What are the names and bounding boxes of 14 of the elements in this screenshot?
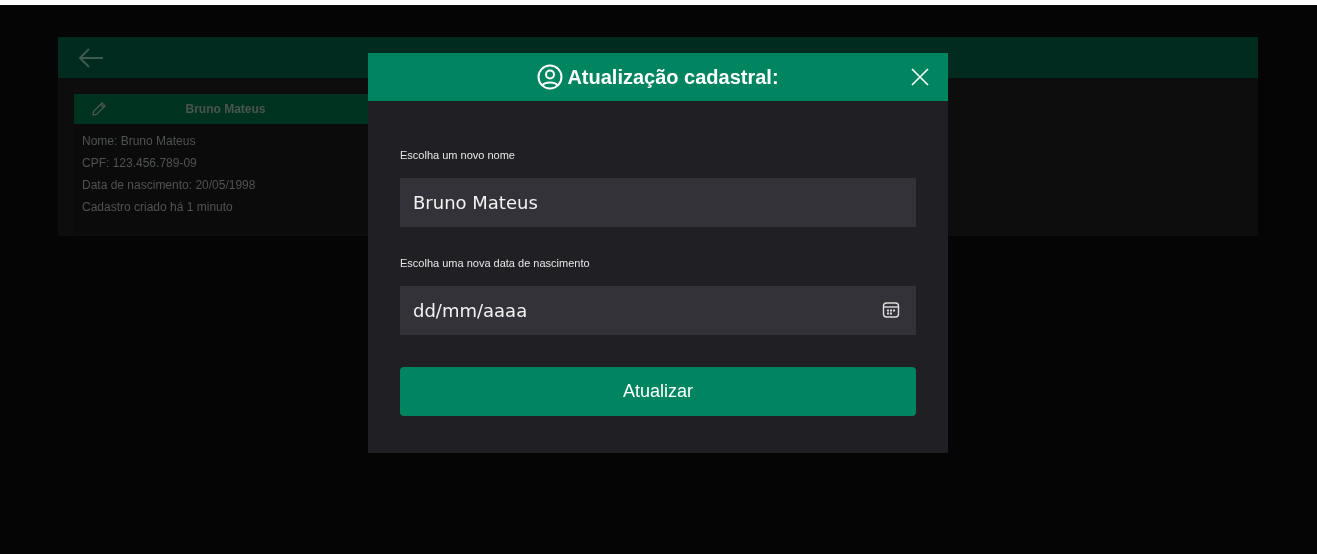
field-label: Escolha uma nova data de nascimento <box>400 257 591 269</box>
detail-text: CPF: 123.456.789-09 <box>82 155 198 172</box>
detail-text: Cadastro criado há 1 minuto <box>82 199 234 216</box>
calendar-icon[interactable] <box>882 301 900 319</box>
close-icon[interactable] <box>911 68 929 86</box>
user-icon <box>537 64 564 90</box>
detail-text: Data de nascimento: 20/05/1998 <box>82 177 257 194</box>
date-field[interactable]: dd/mm/aaaa <box>400 286 916 335</box>
dialog-title: Atualização cadastral: <box>567 65 779 89</box>
name-field[interactable]: Bruno Mateus <box>400 178 916 227</box>
field-label: Escolha um novo nome <box>400 149 516 161</box>
detail-text: Nome: Bruno Mateus <box>82 133 197 150</box>
client-name: Bruno Mateus <box>184 102 267 116</box>
update-button[interactable]: Atualizar <box>400 367 916 416</box>
